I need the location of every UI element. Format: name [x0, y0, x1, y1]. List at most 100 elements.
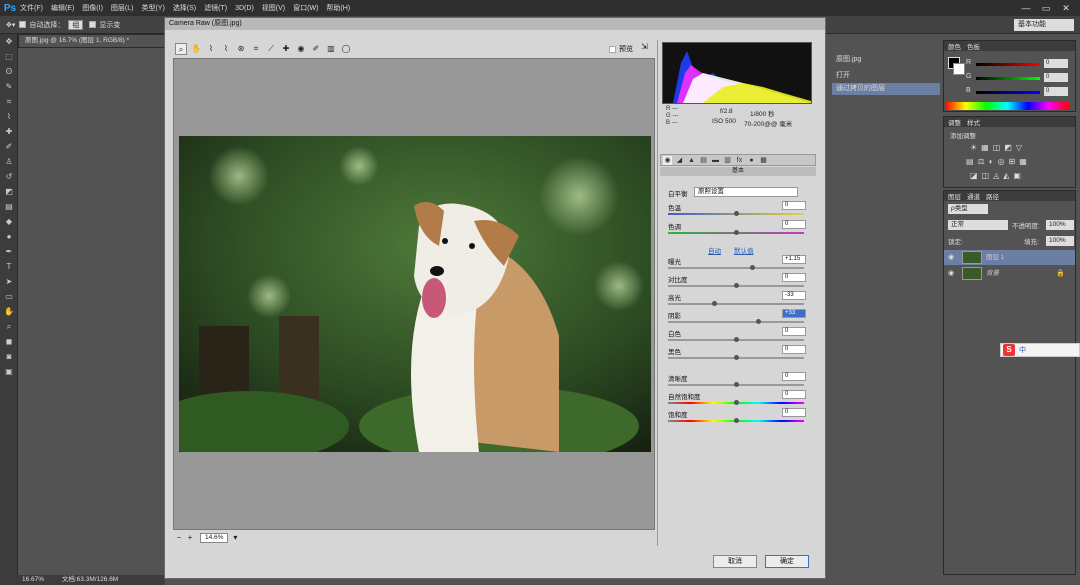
ime-chinese-mode[interactable]: 中 — [1019, 345, 1026, 355]
slider-thumb[interactable] — [734, 337, 739, 342]
tab-paths[interactable]: 路径 — [986, 191, 999, 201]
basic-tab-icon[interactable]: ◉ — [663, 155, 672, 165]
color-sampler-tool-icon[interactable]: ⌇ — [220, 43, 232, 55]
green-value[interactable]: 0 — [1044, 73, 1068, 82]
zoom-level[interactable]: 16.67% — [22, 576, 44, 583]
tab-adjustments[interactable]: 调整 — [948, 117, 961, 127]
auto-select-checkbox[interactable] — [19, 21, 27, 28]
ok-button[interactable]: 确定 — [765, 555, 809, 568]
tab-swatches[interactable]: 色板 — [967, 41, 980, 51]
gradient-tool-icon[interactable]: ▤ — [0, 199, 18, 214]
camera-calibration-tab-icon[interactable]: ● — [747, 156, 756, 165]
zoom-dropdown-icon[interactable]: ▾ — [231, 532, 239, 544]
document-tab[interactable]: 原图.jpg @ 16.7% (图层 1, RGB/8) * — [18, 34, 166, 48]
shape-tool-icon[interactable]: ▭ — [0, 289, 18, 304]
green-slider[interactable] — [976, 77, 1040, 80]
graduated-filter-icon[interactable]: ▥ — [325, 43, 337, 55]
tab-styles[interactable]: 样式 — [967, 117, 980, 127]
move-tool-icon[interactable]: ✥ — [0, 34, 18, 49]
menu-layer[interactable]: 图层(L) — [111, 3, 134, 13]
red-value[interactable]: 0 — [1044, 59, 1068, 68]
quick-mask-icon[interactable]: ◙ — [0, 349, 18, 364]
marquee-tool-icon[interactable]: ⬚ — [0, 49, 18, 64]
adjustment-brush-icon[interactable]: ✐ — [310, 43, 322, 55]
straighten-tool-icon[interactable]: ⟋ — [265, 43, 277, 55]
menu-help[interactable]: 帮助(H) — [326, 3, 350, 13]
slider-thumb[interactable] — [750, 265, 755, 270]
slider-value[interactable]: 0 — [782, 372, 806, 381]
slider-thumb[interactable] — [734, 382, 739, 387]
cancel-button[interactable]: 取消 — [713, 555, 757, 568]
layer-filter-kind[interactable]: ρ类型 — [948, 204, 988, 214]
crop-tool-icon[interactable]: ⌗ — [0, 94, 18, 109]
menu-3d[interactable]: 3D(D) — [235, 5, 254, 12]
slider-track[interactable] — [668, 303, 804, 305]
slider-value[interactable]: -33 — [782, 291, 806, 300]
menu-edit[interactable]: 编辑(E) — [51, 3, 74, 13]
blend-mode-dropdown[interactable]: 正常 — [948, 220, 1008, 230]
hand-tool-icon[interactable]: ✋ — [0, 304, 18, 319]
tab-channels[interactable]: 通道 — [967, 191, 980, 201]
workspace-dropdown[interactable]: 基本功能 — [1014, 19, 1074, 31]
eraser-tool-icon[interactable]: ◩ — [0, 184, 18, 199]
slider-value[interactable]: 0 — [782, 390, 806, 399]
stamp-tool-icon[interactable]: ♙ — [0, 154, 18, 169]
zoom-out-button[interactable]: − — [175, 532, 183, 544]
white-balance-tool-icon[interactable]: ⌇ — [205, 43, 217, 55]
move-tool-icon[interactable]: ✥▾ — [6, 21, 15, 29]
slider-thumb[interactable] — [734, 283, 739, 288]
menu-file[interactable]: 文件(F) — [20, 3, 43, 13]
slider-thumb[interactable] — [734, 230, 739, 235]
slider-thumb[interactable] — [756, 319, 761, 324]
auto-link[interactable]: 自动 — [708, 245, 721, 255]
eye-icon[interactable]: ◉ — [948, 266, 954, 281]
presets-tab-icon[interactable]: ▦ — [759, 156, 768, 165]
history-brush-icon[interactable]: ↺ — [0, 169, 18, 184]
color-ramp[interactable] — [945, 102, 1069, 110]
adjustment-icons-row-2[interactable]: ▤⚖◐◎⊞▦ — [966, 157, 1031, 166]
slider-value[interactable]: 0 — [782, 220, 806, 229]
minimize-button[interactable]: — — [1016, 0, 1036, 16]
sogou-logo-icon[interactable]: S — [1003, 344, 1015, 356]
healing-tool-icon[interactable]: ✚ — [0, 124, 18, 139]
slider-value[interactable]: +1.15 — [782, 255, 806, 264]
slider-track[interactable] — [668, 267, 804, 269]
auto-select-dropdown[interactable]: 组 — [68, 19, 84, 30]
preview-checkbox[interactable] — [609, 45, 616, 53]
slider-thumb[interactable] — [712, 301, 717, 306]
default-link[interactable]: 默认值 — [734, 245, 754, 255]
lens-tab-icon[interactable]: ▥ — [723, 156, 732, 165]
adjustment-icons-row-3[interactable]: ◪◫◬◭▣ — [970, 171, 1025, 180]
menu-type[interactable]: 类型(Y) — [141, 3, 164, 13]
effects-tab-icon[interactable]: fx — [735, 156, 744, 165]
lasso-tool-icon[interactable]: ʘ — [0, 64, 18, 79]
targeted-adjust-tool-icon[interactable]: ⊛ — [235, 43, 247, 55]
slider-thumb[interactable] — [734, 400, 739, 405]
zoom-value[interactable]: 14.6% — [200, 533, 229, 543]
white-balance-dropdown[interactable]: 原照设置 — [694, 187, 798, 197]
screen-mode-icon[interactable]: ▣ — [0, 364, 18, 379]
slider-track[interactable] — [668, 321, 804, 323]
opacity-input[interactable]: 100% — [1046, 220, 1074, 230]
fullscreen-icon[interactable]: ⇲ — [641, 42, 648, 51]
zoom-tool-icon[interactable]: ⌕ — [0, 319, 18, 334]
type-tool-icon[interactable]: T — [0, 259, 18, 274]
eyedropper-tool-icon[interactable]: ⌇ — [0, 109, 18, 124]
color-swatch-icon[interactable]: ◼ — [0, 334, 18, 349]
slider-value[interactable]: 0 — [782, 345, 806, 354]
slider-value[interactable]: 0 — [782, 408, 806, 417]
history-item-layer-copy[interactable]: 通过拷贝的图层 — [832, 83, 940, 95]
menu-view[interactable]: 视图(V) — [262, 3, 285, 13]
tab-color[interactable]: 颜色 — [948, 41, 961, 51]
dodge-tool-icon[interactable]: ● — [0, 229, 18, 244]
slider-thumb[interactable] — [734, 355, 739, 360]
quick-select-tool-icon[interactable]: ✎ — [0, 79, 18, 94]
slider-value[interactable]: 0 — [782, 327, 806, 336]
slider-thumb[interactable] — [734, 211, 739, 216]
menu-image[interactable]: 图像(I) — [82, 3, 103, 13]
layer-name[interactable]: 背景 — [986, 266, 999, 281]
hsl-tab-icon[interactable]: ▤ — [699, 156, 708, 165]
slider-value[interactable]: +33 — [782, 309, 806, 318]
layer-row[interactable]: ◉ 图层 1 — [944, 250, 1075, 265]
path-select-tool-icon[interactable]: ➤ — [0, 274, 18, 289]
